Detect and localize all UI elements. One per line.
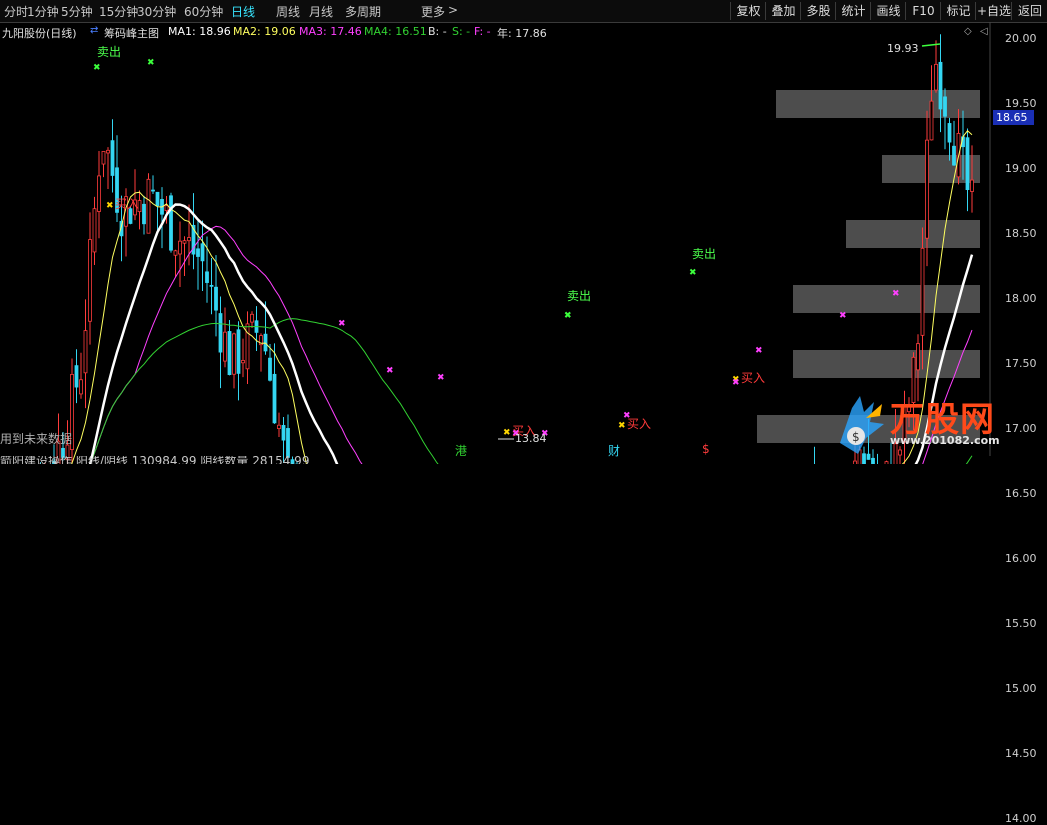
f-signal-x-icon-6: ✖ [732,378,740,388]
candle-body [277,424,281,430]
event-marker-2[interactable]: $ [702,442,710,456]
f-signal-x-icon-2: ✖ [437,373,445,383]
candle-body [934,63,938,91]
candle-body [209,284,214,287]
s-signal-x-icon-1: ✖ [564,311,572,321]
watermark-logo: $ 万股网 www.201082.com [830,388,1000,458]
candle-body [182,240,187,244]
sell-x-icon: ✖ [689,268,697,278]
price-tick-7: 16.50 [1005,487,1037,500]
f-signal-x-icon-7: ✖ [755,346,763,356]
chip-bar-1 [882,155,980,183]
candle-body [173,250,178,256]
price-tick-5: 17.50 [1005,357,1037,370]
price-tick-10: 15.00 [1005,682,1037,695]
price-tick-4: 18.00 [1005,292,1037,305]
candle-body [218,313,223,353]
chip-bar-2 [846,220,980,248]
buy-x-icon: ✖ [618,421,626,431]
f-signal-x-icon-1: ✖ [386,366,394,376]
buy-signal-label-2: 买入 [627,417,651,431]
sell-signal-label-0: 卖出 [97,45,121,59]
candle-body [281,425,286,441]
price-tick-0: 20.00 [1005,32,1037,45]
current-price-tag: 18.65 [993,110,1034,125]
f-signal-x-icon-5: ✖ [623,411,631,421]
candle-body [205,271,209,283]
candle-body [263,333,268,352]
candle-body [236,329,241,374]
status-bar: 箭阳建设操作 阳线/阴线 130984.99 阴线数量 28154.99 [0,456,310,464]
candle-body [272,373,277,424]
candle-body [241,360,245,364]
candle-body [916,343,920,371]
s-signal-x-icon-0: ✖ [147,58,155,68]
buy-x-icon: ✖ [503,428,511,438]
buy-x-icon: ✖ [106,201,114,211]
candle-body [952,145,956,166]
candle-body [929,100,934,141]
candle-body [970,179,974,192]
watermark-url: www.201082.com [890,434,1000,447]
low-price-label: 13.84 [515,432,547,445]
candle-body [227,331,232,376]
candle-body [178,240,182,255]
buy-signal-label-0: 买入 [115,197,139,211]
candle-body [938,61,943,110]
f-signal-x-icon-8: ✖ [839,311,847,321]
candle-body [79,379,83,395]
price-tick-6: 17.00 [1005,422,1037,435]
candle-body [925,139,929,239]
candle-body [250,313,254,323]
f-signal-x-icon-9: ✖ [892,289,900,299]
bull-logo-icon: $ [840,396,884,454]
candle-body [92,208,97,253]
high-price-label: 19.93 [887,42,919,55]
price-tick-9: 15.50 [1005,617,1037,630]
candle-body [947,123,952,143]
high-arrow-icon [921,43,941,47]
candle-body [232,333,236,375]
price-tick-8: 16.00 [1005,552,1037,565]
candle-body [169,195,173,251]
candle-body [88,239,92,322]
sell-x-icon: ✖ [93,63,101,73]
candle-body [196,248,200,257]
future-data-note: 用到未来数据 [0,432,73,446]
svg-text:$: $ [852,430,860,444]
price-tick-1: 19.50 [1005,97,1037,110]
buy-signal-label-3: 买入 [741,371,765,385]
chip-bar-0 [776,90,980,118]
candle-body [101,151,106,165]
candle-body [151,189,155,192]
price-tick-2: 19.00 [1005,162,1037,175]
candle-body [110,140,115,176]
f-signal-x-icon-0: ✖ [338,319,346,329]
chip-bar-3 [793,285,980,313]
candle-body [97,175,101,212]
candle-body [142,203,146,225]
candle-body [106,149,110,154]
candle-body [74,365,79,388]
price-tick-11: 14.50 [1005,747,1037,760]
candle-body [223,331,227,362]
price-tick-12: 14.00 [1005,812,1037,825]
candle-body [943,96,947,117]
candle-body [187,237,191,242]
sell-signal-label-2: 卖出 [692,247,716,261]
candle-body [286,428,290,458]
candle-body [155,191,160,207]
chip-bar-4 [793,350,980,378]
candle-body [146,178,151,234]
candle-body [268,357,272,381]
candle-body [200,243,205,262]
candle-body [83,330,88,374]
candle-body [920,247,925,336]
sell-signal-label-1: 卖出 [567,289,591,303]
candle-body [965,137,970,191]
price-tick-3: 18.50 [1005,227,1037,240]
candle-body [214,286,218,311]
candle-body [164,205,169,212]
